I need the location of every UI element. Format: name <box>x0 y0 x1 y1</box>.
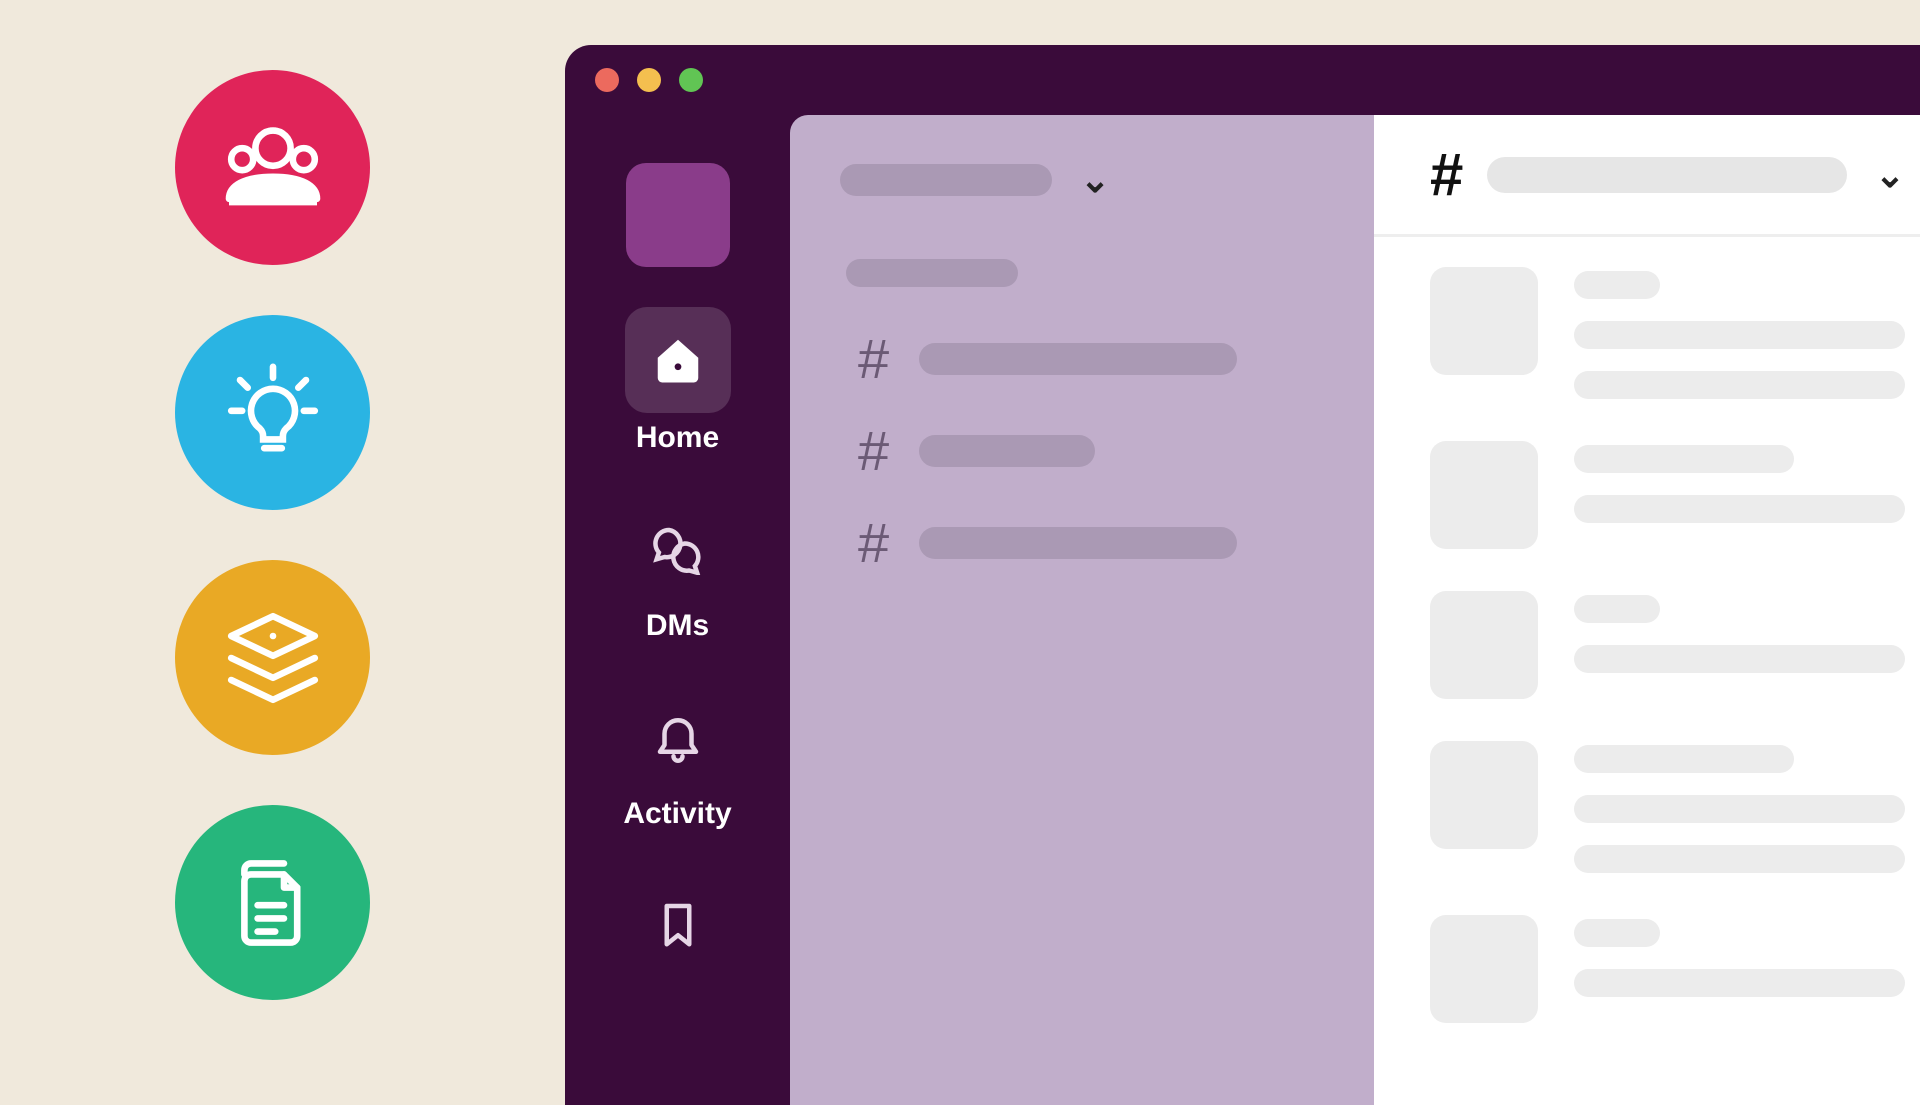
main-panel: # ⌄ <box>1374 115 1920 1105</box>
chevron-down-icon: ⌄ <box>1080 159 1110 201</box>
traffic-zoom[interactable] <box>679 68 703 92</box>
message-body <box>1574 267 1905 399</box>
traffic-close[interactable] <box>595 68 619 92</box>
workspace-name-placeholder <box>840 164 1052 196</box>
avatar-placeholder <box>1430 267 1538 375</box>
message-body <box>1574 441 1905 549</box>
message-row[interactable] <box>1430 267 1905 399</box>
channel-name-placeholder <box>919 435 1095 467</box>
message-row[interactable] <box>1430 915 1905 1023</box>
lightbulb-icon <box>218 358 328 468</box>
text-placeholder <box>1574 919 1660 947</box>
hash-icon: # <box>858 331 889 387</box>
slack-window: Home DMs Activity <box>565 45 1920 1105</box>
workspace-switcher[interactable] <box>626 163 730 267</box>
channel-item[interactable]: # <box>840 331 1324 387</box>
titlebar <box>565 45 1920 115</box>
avatar-placeholder <box>1430 441 1538 549</box>
text-placeholder <box>1574 495 1905 523</box>
channel-title-placeholder <box>1487 157 1847 193</box>
message-body <box>1574 741 1905 873</box>
avatar-placeholder <box>1430 741 1538 849</box>
channel-header[interactable]: # ⌄ <box>1374 115 1920 237</box>
text-placeholder <box>1574 271 1660 299</box>
rail-item-activity[interactable]: Activity <box>623 683 731 831</box>
message-row[interactable] <box>1430 591 1905 699</box>
text-placeholder <box>1574 371 1905 399</box>
people-icon <box>218 113 328 223</box>
channel-item[interactable]: # <box>840 423 1324 479</box>
avatar-placeholder <box>1430 915 1538 1023</box>
documents-icon <box>218 848 328 958</box>
text-placeholder <box>1574 445 1794 473</box>
dms-icon <box>651 521 705 575</box>
channel-name-placeholder <box>919 343 1237 375</box>
message-body <box>1574 915 1905 1023</box>
text-placeholder <box>1574 321 1905 349</box>
channel-sidebar: ⌄ # # # <box>790 115 1374 1105</box>
feature-circles <box>175 70 370 1000</box>
workspace-header[interactable]: ⌄ <box>840 159 1324 201</box>
text-placeholder <box>1574 645 1905 673</box>
section-label-placeholder <box>846 259 1018 287</box>
feature-circle-idea <box>175 315 370 510</box>
feature-circle-stack <box>175 560 370 755</box>
nav-rail: Home DMs Activity <box>565 115 790 1105</box>
bell-icon <box>651 709 705 763</box>
home-icon <box>651 333 705 387</box>
rail-item-home[interactable]: Home <box>625 307 731 455</box>
feature-circle-docs <box>175 805 370 1000</box>
hash-icon: # <box>1430 145 1463 205</box>
stack-icon <box>218 603 328 713</box>
feature-circle-people <box>175 70 370 265</box>
traffic-minimize[interactable] <box>637 68 661 92</box>
message-list <box>1374 237 1920 1023</box>
rail-label-home: Home <box>636 421 719 455</box>
channel-name-placeholder <box>919 527 1237 559</box>
text-placeholder <box>1574 969 1905 997</box>
rail-label-activity: Activity <box>623 797 731 831</box>
text-placeholder <box>1574 795 1905 823</box>
avatar-placeholder <box>1430 591 1538 699</box>
message-body <box>1574 591 1905 699</box>
rail-item-later[interactable] <box>625 871 731 977</box>
chevron-down-icon: ⌄ <box>1875 154 1905 196</box>
rail-item-dms[interactable]: DMs <box>625 495 731 643</box>
message-row[interactable] <box>1430 741 1905 873</box>
channel-item[interactable]: # <box>840 515 1324 571</box>
message-row[interactable] <box>1430 441 1905 549</box>
text-placeholder <box>1574 595 1660 623</box>
text-placeholder <box>1574 745 1794 773</box>
app-body: Home DMs Activity <box>565 115 1920 1105</box>
rail-label-dms: DMs <box>646 609 709 643</box>
text-placeholder <box>1574 845 1905 873</box>
hash-icon: # <box>858 515 889 571</box>
bookmark-icon <box>651 897 705 951</box>
hash-icon: # <box>858 423 889 479</box>
